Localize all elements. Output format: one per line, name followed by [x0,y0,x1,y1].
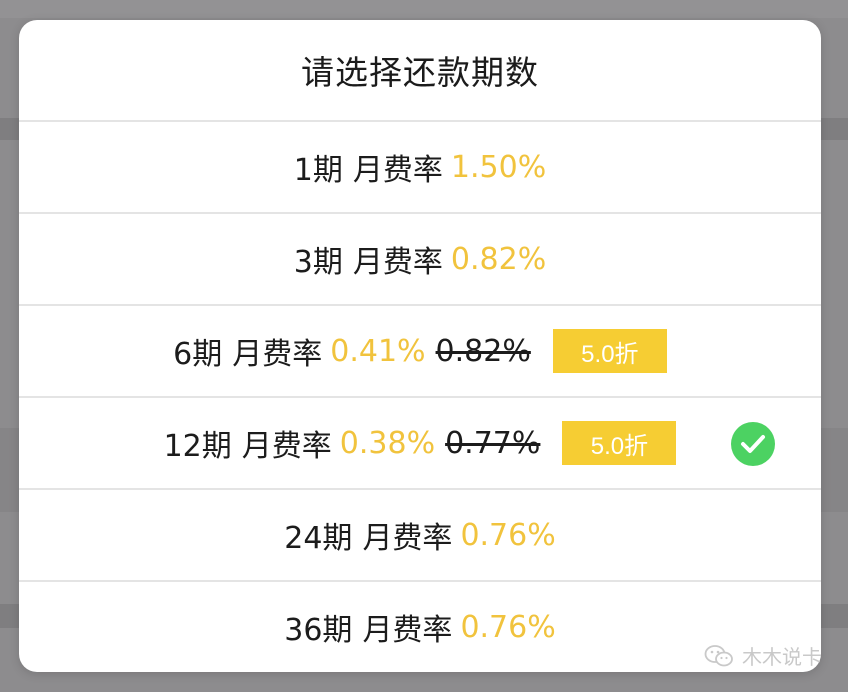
installment-dialog: 请选择还款期数 1期 月费率 1.50% 3期 月费率 0.82% 6期 月费率… [19,20,821,672]
option-period: 1期 [293,153,343,188]
option-period: 24期 [284,521,353,556]
installment-option-12[interactable]: 12期 月费率 0.38% 0.77% 5.0折 [19,398,821,490]
installment-option-6[interactable]: 6期 月费率 0.41% 0.82% 5.0折 [19,306,821,398]
option-rate: 0.76% [460,609,556,645]
option-original-rate: 0.77% [445,425,541,461]
option-period: 6期 [173,337,223,372]
watermark-text: 木木说卡 [742,645,822,669]
option-rate: 0.41% [330,333,426,369]
wechat-icon [704,644,734,668]
option-rate-label: 月费率 [232,337,323,372]
installment-option-1[interactable]: 1期 月费率 1.50% [19,122,821,214]
option-period: 3期 [293,245,343,280]
option-rate-label: 月费率 [352,153,443,188]
installment-option-36[interactable]: 36期 月费率 0.76% [19,582,821,672]
discount-badge: 5.0折 [562,421,677,465]
option-period: 12期 [163,429,232,464]
check-icon [731,422,775,466]
option-period: 36期 [284,613,353,648]
option-original-rate: 0.82% [435,333,531,369]
discount-badge: 5.0折 [552,329,667,373]
installment-option-3[interactable]: 3期 月费率 0.82% [19,214,821,306]
background-strip [0,0,848,18]
option-rate: 0.38% [339,425,436,461]
option-rate-label: 月费率 [362,521,453,556]
dialog-title: 请选择还款期数 [19,20,821,122]
option-rate-label: 月费率 [362,613,453,648]
option-rate-label: 月费率 [241,429,332,464]
watermark: 木木说卡 [704,641,822,670]
option-rate: 0.76% [460,517,556,553]
option-rate: 1.50% [450,149,547,185]
installment-option-24[interactable]: 24期 月费率 0.76% [19,490,821,582]
option-rate: 0.82% [450,241,547,277]
option-rate-label: 月费率 [352,245,443,280]
